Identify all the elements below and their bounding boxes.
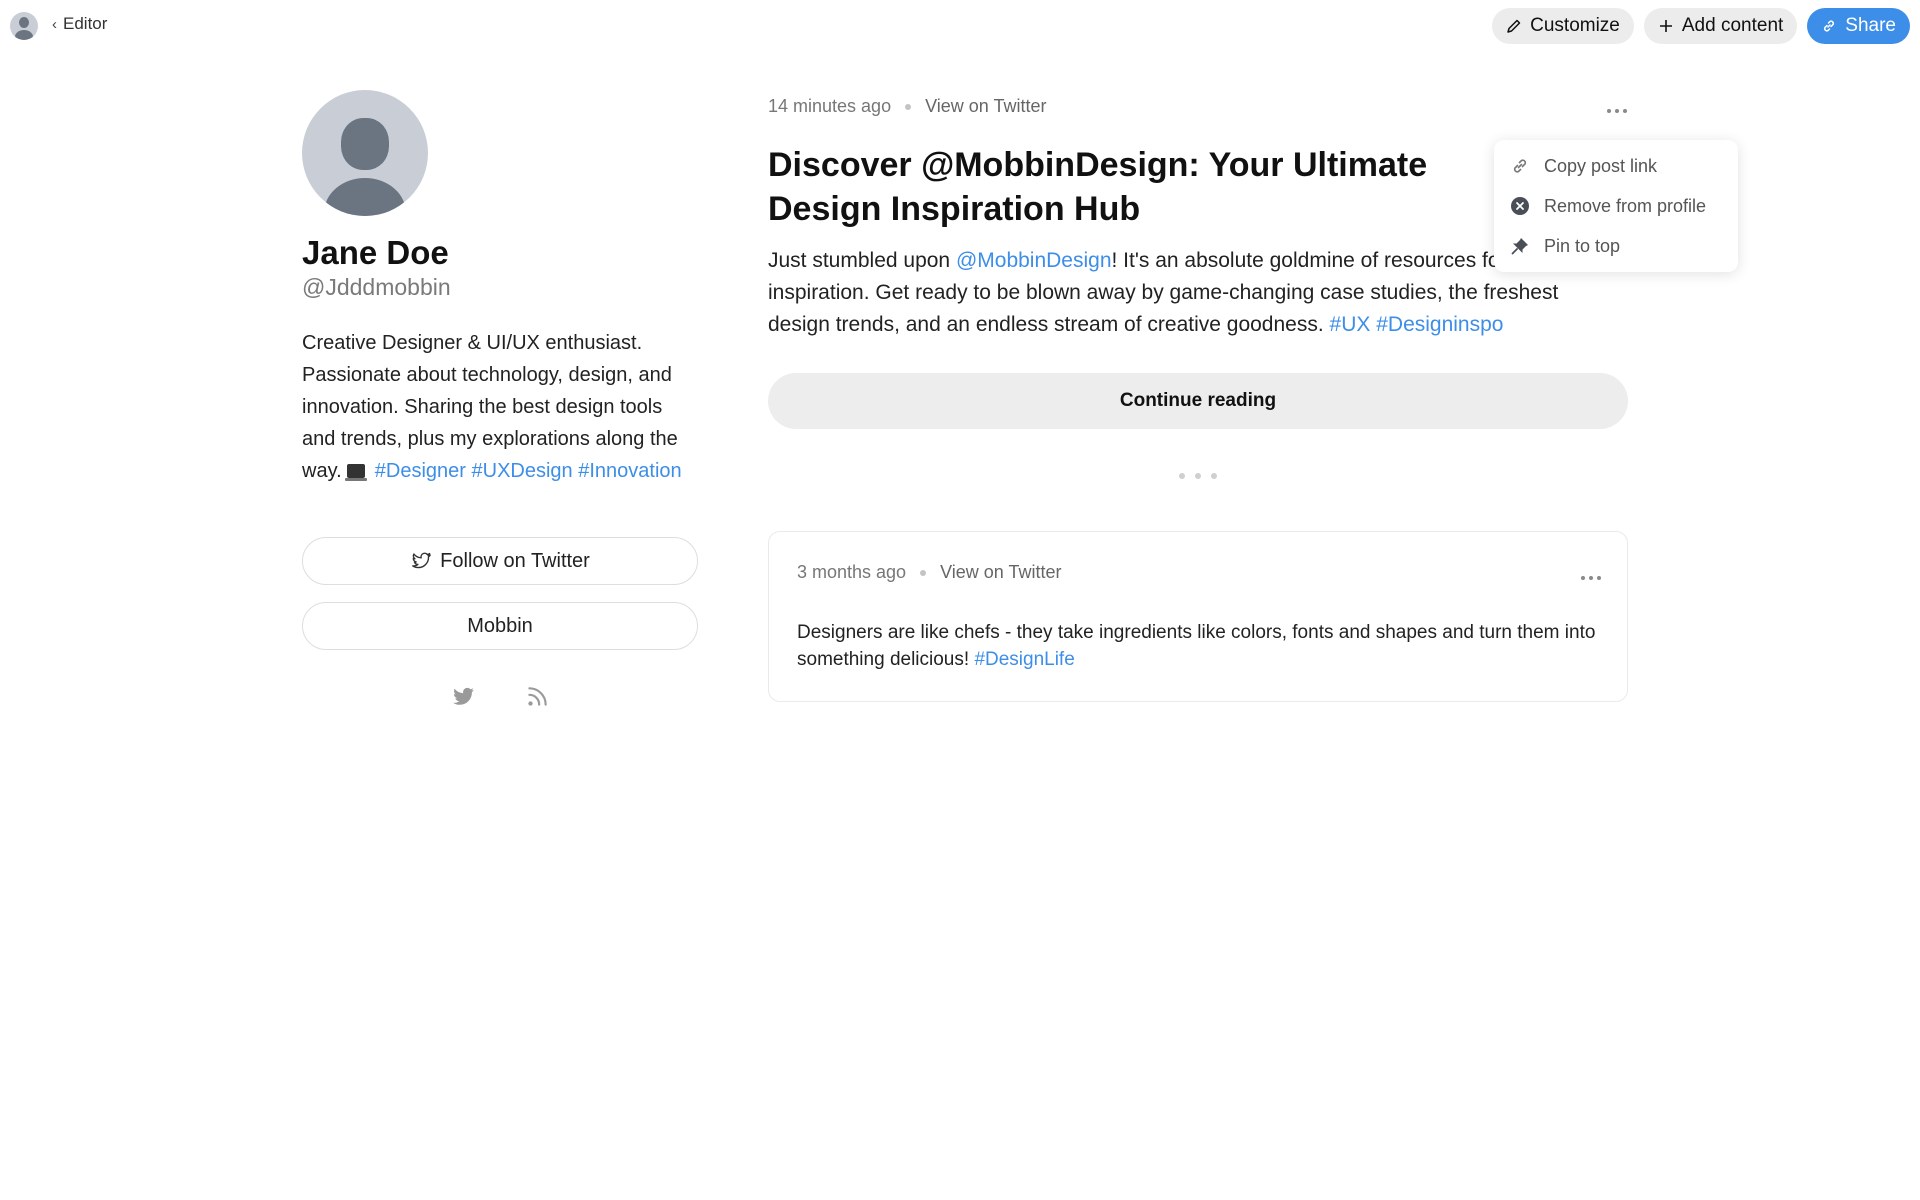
bio-tag[interactable]: #UXDesign — [472, 460, 573, 482]
plus-icon — [1659, 20, 1672, 32]
post-text-body: Designers are like chefs - they take ing… — [797, 622, 1596, 670]
more-options-icon[interactable] — [1607, 109, 1627, 113]
pencil-icon — [1507, 19, 1521, 33]
post-card: 3 months ago View on Twitter Designers a… — [768, 531, 1628, 702]
menu-item-label: Pin to top — [1544, 235, 1621, 256]
post-title[interactable]: Discover @MobbinDesign: Your Ultimate De… — [768, 143, 1528, 231]
hashtag-link[interactable]: #Designinspo — [1376, 313, 1503, 336]
mobbin-label: Mobbin — [467, 614, 533, 637]
customize-label: Customize — [1530, 15, 1620, 36]
mobbin-link-button[interactable]: Mobbin — [302, 602, 698, 650]
bio-tag[interactable]: #Innovation — [578, 460, 681, 482]
meta-separator — [905, 103, 912, 110]
twitter-bird-outline-icon — [412, 552, 432, 569]
share-button[interactable]: Share — [1807, 8, 1910, 44]
post-time: 3 months ago — [797, 562, 907, 582]
post-body: Just stumbled upon @MobbinDesign! It's a… — [768, 245, 1618, 341]
post-separator — [768, 473, 1628, 479]
customize-button[interactable]: Customize — [1492, 8, 1634, 44]
top-bar: ‹ Editor Customize Add content Share — [0, 0, 1920, 52]
meta-separator — [920, 569, 927, 576]
link-icon — [1824, 20, 1835, 32]
back-to-editor-link[interactable]: ‹ Editor — [52, 14, 107, 34]
post-time: 14 minutes ago — [768, 96, 892, 116]
profile-name: Jane Doe — [302, 234, 449, 271]
hashtag-link[interactable]: #DesignLife — [974, 649, 1074, 670]
continue-label: Continue reading — [1119, 390, 1277, 411]
post-options-menu: Copy post link Remove from profile Pin t… — [1494, 140, 1738, 272]
profile-bio: Creative Designer & UI/UX enthusiast. Pa… — [302, 327, 698, 487]
menu-item-remove-from-profile[interactable]: Remove from profile — [1494, 186, 1738, 226]
profile-avatar[interactable] — [302, 90, 428, 216]
view-on-twitter-link[interactable]: View on Twitter — [940, 562, 1061, 583]
menu-item-label: Copy post link — [1544, 155, 1658, 176]
more-options-icon[interactable] — [1581, 576, 1601, 580]
link-icon — [1513, 159, 1527, 173]
rss-icon[interactable] — [524, 684, 550, 710]
social-links — [302, 684, 698, 710]
post-text: Designers are like chefs - they take ing… — [797, 619, 1599, 673]
chevron-left-icon: ‹ — [52, 15, 57, 33]
mention-link[interactable]: @MobbinDesign — [956, 249, 1112, 272]
post-body-start: Just stumbled upon — [768, 249, 956, 272]
menu-item-pin-to-top[interactable]: Pin to top — [1494, 226, 1738, 266]
follow-label: Follow on Twitter — [440, 549, 590, 572]
hashtag-link[interactable]: #UX — [1330, 313, 1371, 336]
menu-item-label: Remove from profile — [1544, 195, 1707, 216]
follow-on-twitter-button[interactable]: Follow on Twitter — [302, 537, 698, 585]
bio-tag[interactable]: #Designer — [375, 460, 466, 482]
twitter-icon[interactable] — [450, 684, 476, 710]
back-label: Editor — [63, 14, 108, 33]
post-meta: 3 months ago View on Twitter — [797, 562, 1599, 583]
menu-item-copy-link[interactable]: Copy post link — [1494, 146, 1738, 186]
view-on-twitter-link[interactable]: View on Twitter — [925, 96, 1046, 117]
continue-reading-button[interactable]: Continue reading — [768, 373, 1628, 429]
top-actions: Customize Add content Share — [1492, 8, 1910, 44]
profile-handle: @Jdddmobbin — [302, 274, 451, 300]
pin-icon — [1511, 238, 1528, 255]
close-circle-icon — [1511, 197, 1529, 215]
add-content-label: Add content — [1681, 15, 1784, 36]
laptop-emoji-icon — [345, 464, 368, 481]
share-label: Share — [1845, 15, 1896, 36]
add-content-button[interactable]: Add content — [1643, 8, 1798, 44]
post-meta: 14 minutes ago View on Twitter — [768, 96, 1628, 117]
user-avatar[interactable] — [10, 12, 38, 40]
profile-panel: Jane Doe @Jdddmobbin Creative Designer &… — [302, 90, 698, 710]
